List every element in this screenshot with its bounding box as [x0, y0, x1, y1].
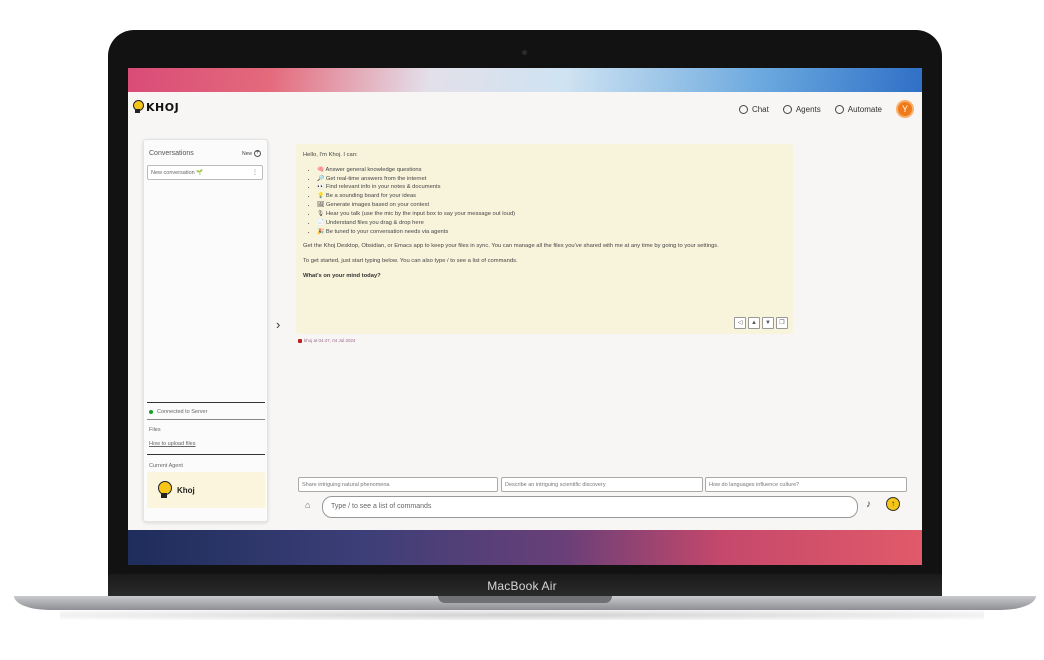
agent-name: Khoj	[177, 485, 195, 495]
send-arrow-icon[interactable]: ↑	[886, 497, 900, 511]
current-agent-card[interactable]: Khoj	[147, 472, 265, 508]
nav-automate[interactable]: Automate	[834, 104, 882, 114]
start-text: To get started, just start typing below.…	[303, 258, 518, 265]
top-nav: Chat Agents Automate Y	[738, 100, 914, 118]
sidebar: Conversations New + New conversation 🌱 ⋮…	[143, 139, 268, 522]
wallpaper-bottom	[128, 530, 922, 565]
agents-icon	[782, 104, 792, 114]
copy-icon[interactable]: ❐	[776, 317, 788, 329]
question: What's on your mind today?	[303, 272, 381, 279]
wallpaper-top	[128, 68, 922, 92]
divider	[147, 454, 265, 455]
lightbulb-icon	[157, 481, 172, 499]
chat-icon	[738, 104, 748, 114]
capabilities-list: 🧠 Answer general knowledge questions 🔎 G…	[303, 167, 786, 237]
conversations-title: Conversations	[149, 150, 194, 157]
server-status: Connected to Server	[149, 409, 207, 415]
list-item: 🎙 Hear you talk (use the mic by the inpu…	[317, 211, 786, 219]
conversation-title: New conversation 🌱	[151, 170, 204, 176]
speaker-icon[interactable]: ◁	[734, 317, 746, 329]
paperclip-icon[interactable]: ⌂	[305, 500, 310, 510]
status-text: Connected to Server	[157, 409, 208, 415]
lightbulb-icon	[132, 100, 144, 114]
automate-icon	[834, 104, 844, 114]
camera-icon	[522, 50, 527, 55]
screen: KHOJ Chat Agents Automate Y Conversation…	[128, 68, 922, 565]
laptop-notch	[438, 596, 612, 603]
list-item: 🖼 Generate images based on your context	[317, 202, 786, 210]
files-label: Files	[149, 427, 161, 433]
laptop-mockup: KHOJ Chat Agents Automate Y Conversation…	[0, 0, 1044, 660]
message-timestamp: khoj at 04:47, 04 Jul 2024	[304, 338, 356, 343]
upload-files-link[interactable]: How to upload files	[149, 441, 195, 447]
plus-icon: +	[254, 150, 261, 157]
message-actions: ◁ ▲ ▼ ❐	[734, 317, 788, 329]
expand-sidebar-chevron-icon[interactable]: ›	[276, 317, 280, 332]
suggestion-button[interactable]: Share intriguing natural phenomena	[298, 477, 498, 492]
nav-agents[interactable]: Agents	[782, 104, 821, 114]
new-conversation-button[interactable]: New +	[242, 150, 261, 157]
conversation-item[interactable]: New conversation 🌱 ⋮	[147, 165, 263, 180]
nav-agents-label: Agents	[795, 104, 821, 114]
message-meta: khoj at 04:47, 04 Jul 2024	[298, 338, 356, 343]
khoj-message: Hello, I'm Khoj. I can: 🧠 Answer general…	[296, 144, 793, 334]
logo-text: KHOJ	[146, 100, 180, 114]
laptop-shadow	[60, 610, 984, 620]
list-item: 🔎 Get real-time answers from the interne…	[317, 176, 786, 184]
greeting: Hello, I'm Khoj. I can:	[303, 152, 358, 158]
list-item: 🎉 Be tuned to your conversation needs vi…	[317, 229, 786, 237]
app-header: KHOJ Chat Agents Automate Y	[128, 92, 922, 126]
nav-automate-label: Automate	[847, 104, 882, 114]
suggestion-button[interactable]: How do languages influence culture?	[705, 477, 907, 492]
user-avatar[interactable]: Y	[896, 100, 914, 118]
more-options-icon[interactable]: ⋮	[252, 169, 258, 176]
thumbs-up-icon[interactable]: ▲	[748, 317, 760, 329]
list-item: 💡 Be a sounding board for your ideas	[317, 193, 786, 201]
khoj-app: KHOJ Chat Agents Automate Y Conversation…	[128, 92, 922, 530]
status-dot-icon	[149, 410, 153, 414]
sync-text: Get the Khoj Desktop, Obsidian, or Emacs…	[303, 243, 719, 250]
nav-chat-label: Chat	[751, 104, 769, 114]
khoj-logo[interactable]: KHOJ	[132, 100, 179, 114]
chat-input[interactable]: Type / to see a list of commands	[322, 496, 858, 518]
list-item: 👀 Find relevant info in your notes & doc…	[317, 184, 786, 192]
list-item: 📄 Understand files you drag & drop here	[317, 220, 786, 228]
nav-chat[interactable]: Chat	[738, 104, 769, 114]
divider	[147, 402, 265, 403]
microphone-icon[interactable]: ♪	[866, 499, 871, 510]
list-item: 🧠 Answer general knowledge questions	[317, 167, 786, 175]
thumbs-down-icon[interactable]: ▼	[762, 317, 774, 329]
current-agent-label: Current Agent	[149, 463, 183, 469]
suggestion-button[interactable]: Describe an intriguing scientific discov…	[501, 477, 703, 492]
new-label: New	[241, 150, 252, 157]
khoj-mini-icon	[298, 338, 302, 343]
device-brand: MacBook Air	[487, 579, 557, 593]
divider	[147, 419, 265, 420]
